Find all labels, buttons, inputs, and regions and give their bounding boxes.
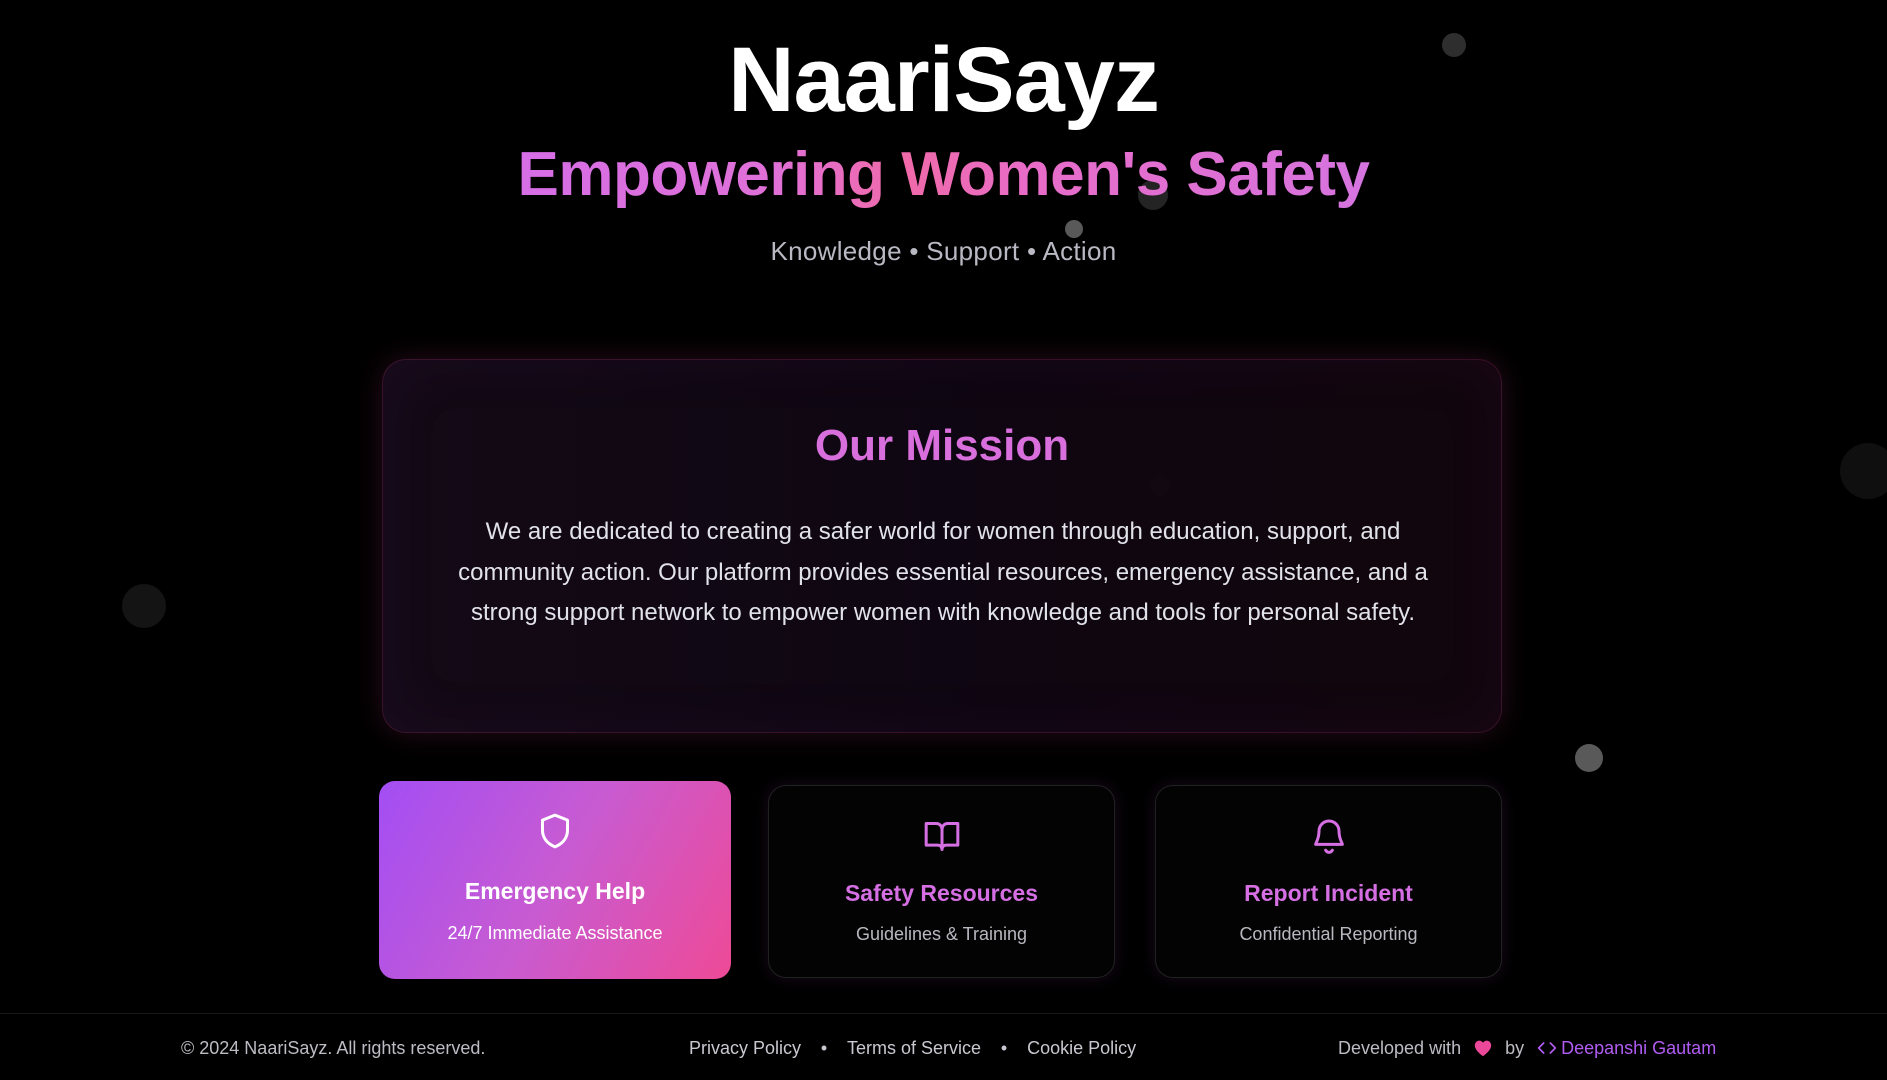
card-title: Report Incident — [1244, 880, 1413, 906]
developer-credit: Developed with by Deepanshi Gautam — [1338, 1037, 1716, 1059]
copyright-text: © 2024 NaariSayz. All rights reserved. — [181, 1038, 486, 1058]
heart-icon — [1473, 1039, 1493, 1057]
cookie-policy-link[interactable]: Cookie Policy — [1027, 1037, 1136, 1059]
footer: © 2024 NaariSayz. All rights reserved. P… — [0, 1013, 1887, 1080]
link-separator: • — [1000, 1038, 1008, 1058]
safety-resources-card[interactable]: Safety Resources Guidelines & Training — [768, 785, 1115, 978]
page: NaariSayz Empowering Women's Safety Know… — [0, 0, 1887, 1080]
terms-of-service-link[interactable]: Terms of Service — [847, 1037, 981, 1059]
decorative-dot — [122, 584, 166, 628]
book-icon — [769, 816, 1114, 860]
tagline: Empowering Women's Safety — [0, 140, 1887, 210]
code-icon — [1537, 1040, 1557, 1056]
card-title: Safety Resources — [844, 880, 1039, 906]
card-title: Emergency Help — [464, 878, 646, 904]
report-incident-card[interactable]: Report Incident Confidential Reporting — [1155, 785, 1502, 978]
footer-links: Privacy Policy • Terms of Service • Cook… — [689, 1037, 1136, 1059]
bell-icon — [1156, 816, 1501, 860]
mission-title: Our Mission — [814, 421, 1070, 470]
brand-title: NaariSayz — [728, 29, 1160, 131]
card-subtitle: Guidelines & Training — [855, 924, 1028, 944]
privacy-policy-link[interactable]: Privacy Policy — [689, 1037, 801, 1059]
author-link[interactable]: Deepanshi Gautam — [1561, 1037, 1716, 1059]
link-separator: • — [820, 1038, 828, 1058]
card-subtitle: Confidential Reporting — [1239, 924, 1418, 944]
card-subtitle: 24/7 Immediate Assistance — [447, 923, 663, 943]
shield-icon — [379, 811, 731, 855]
by-text: by — [1505, 1038, 1525, 1058]
decorative-dot — [1575, 744, 1603, 772]
developed-with-text: Developed with — [1338, 1038, 1462, 1058]
mission-text: We are dedicated to creating a safer wor… — [458, 518, 1428, 626]
decorative-dot — [1840, 443, 1887, 499]
mission-card: Our Mission We are dedicated to creating… — [382, 359, 1502, 733]
emergency-help-card[interactable]: Emergency Help 24/7 Immediate Assistance — [379, 781, 731, 979]
subline: Knowledge • Support • Action — [770, 236, 1117, 266]
tagline-text: Empowering Women's Safety — [517, 140, 1370, 209]
